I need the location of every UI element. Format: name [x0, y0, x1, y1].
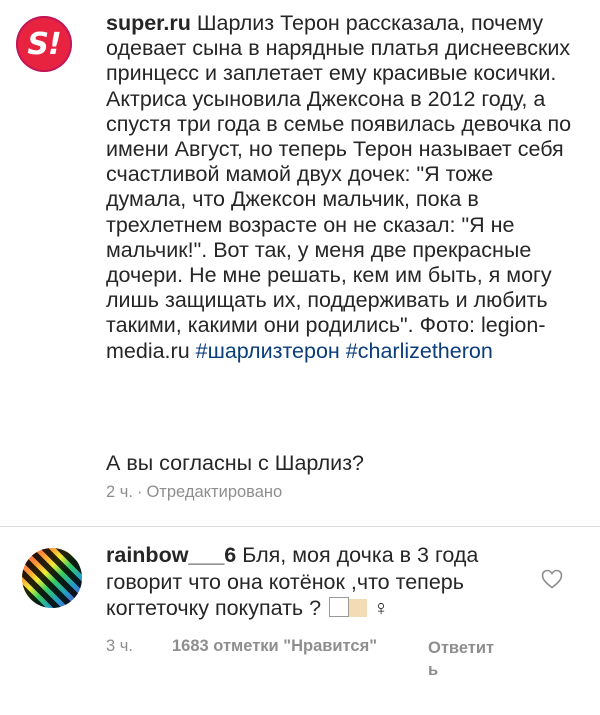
- post-meta: 2 ч. · Отредактировано: [106, 483, 282, 502]
- post-text: Шарлиз Терон рассказала, почему одевает …: [106, 11, 572, 363]
- comment-likes-count[interactable]: 1683 отметки "Нравится": [172, 637, 377, 656]
- heart-outline-icon[interactable]: [540, 567, 564, 591]
- super-ru-avatar[interactable]: S!: [16, 16, 72, 72]
- skin-tone-emoji-icon: [349, 599, 368, 617]
- commenter-avatar[interactable]: [22, 548, 82, 608]
- post-username[interactable]: super.ru: [106, 11, 191, 35]
- divider: [0, 526, 600, 527]
- comment-username[interactable]: rainbow___6: [106, 543, 236, 567]
- missing-emoji-icon: [329, 597, 350, 617]
- comment-time: 3 ч.: [106, 637, 133, 655]
- avatar-logo-text: S!: [27, 26, 61, 62]
- hashtag-link[interactable]: #шарлизтерон: [196, 339, 340, 363]
- meta-separator: ·: [136, 483, 143, 501]
- comment-text-block: rainbow___6 Бля, моя дочка в 3 года говор…: [106, 542, 526, 622]
- reply-button[interactable]: Ответить: [428, 637, 500, 681]
- post-question: А вы согласны с Шарлиз?: [106, 451, 365, 475]
- post-caption: super.ru Шарлиз Терон рассказала, почему …: [106, 11, 576, 364]
- post-time: 2 ч.: [106, 483, 133, 501]
- hashtag-link[interactable]: #charlizetheron: [346, 339, 493, 363]
- edited-label: Отредактировано: [146, 483, 283, 501]
- female-sign-icon: ♀: [373, 596, 390, 620]
